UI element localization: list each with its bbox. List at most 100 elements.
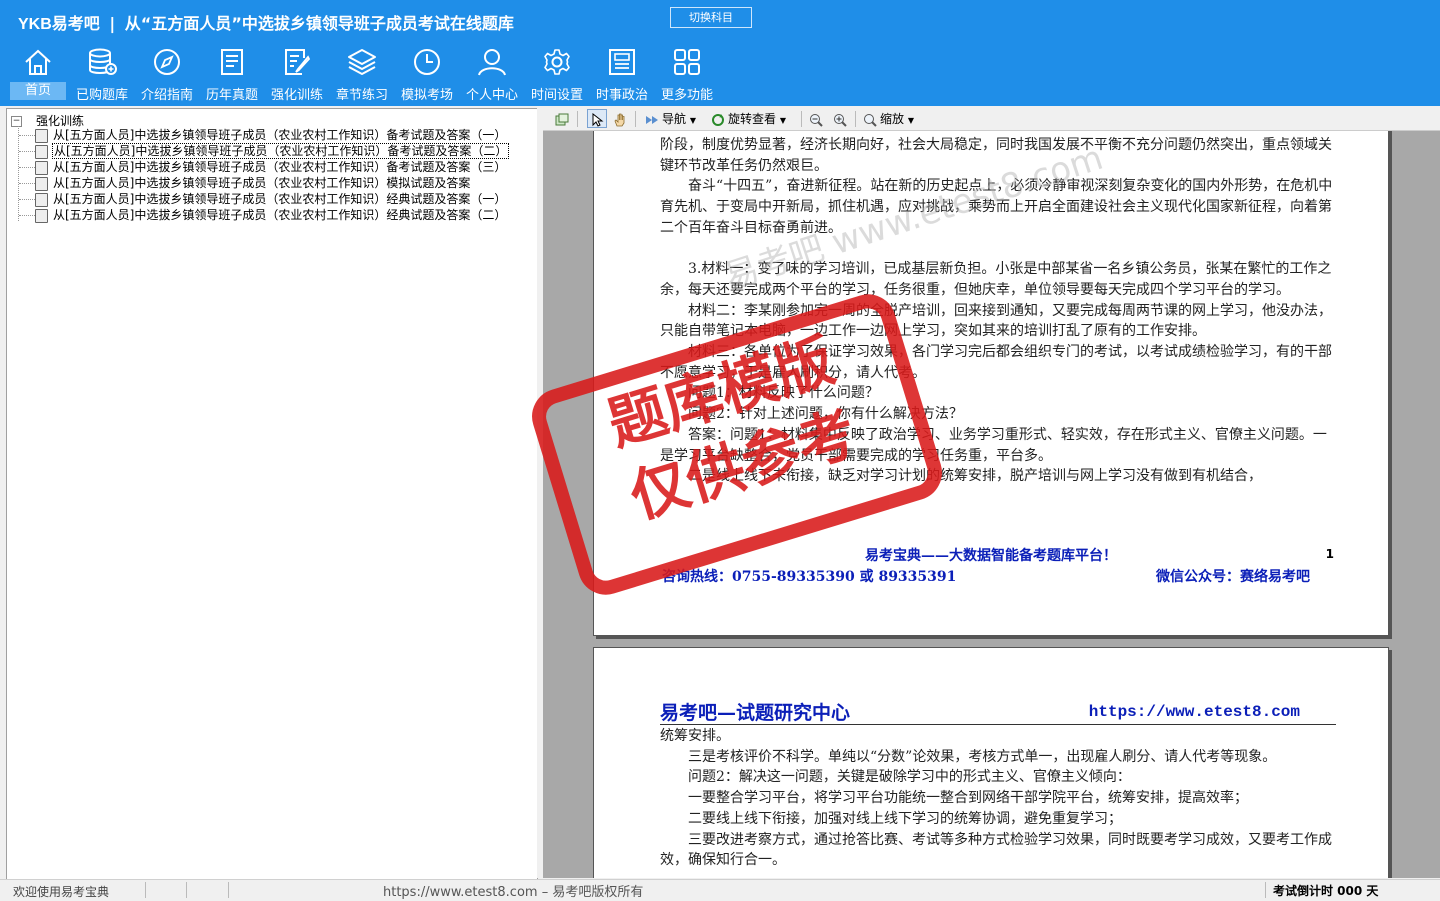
- tree-panel: − 强化训练 从[五方面人员]中选拔乡镇领导班子成员（农业农村工作知识）备考试题及…: [6, 108, 538, 880]
- tree-item[interactable]: 从[五方面人员]中选拔乡镇领导班子成员（农业农村工作知识）经典试题及答案（一）: [35, 191, 507, 207]
- toolbar-label: 章节练习: [335, 88, 388, 103]
- toolbar-label: 已购题库: [75, 88, 128, 103]
- select-tool-button[interactable]: [587, 109, 607, 128]
- footer-hotline: 咨询热线：0755-89335390 或 89335391: [662, 569, 957, 585]
- magnifier-icon: [864, 113, 877, 127]
- document-icon: [35, 160, 48, 175]
- tree-item[interactable]: 从[五方面人员]中选拔乡镇领导班子成员（农业农村工作知识）备考试题及答案（一）: [35, 127, 507, 143]
- paragraph: 二要线上线下衔接，加强对线上线下学习的统筹协调，避免重复学习；: [688, 810, 1122, 827]
- toolbar-intensive-training-button[interactable]: 强化训练: [265, 46, 329, 104]
- title-separator: |: [109, 14, 116, 33]
- status-copyright: https://www.etest8.com – 易考吧版权所有: [383, 885, 644, 900]
- document-icon: [35, 176, 48, 191]
- document-viewer[interactable]: 阶段，制度优势显著，经济长期向好，社会大局稳定，同时我国发展不平衡不充分问题仍然…: [543, 131, 1440, 878]
- panel-splitter[interactable]: [537, 108, 541, 878]
- tree-item-selected[interactable]: 从[五方面人员]中选拔乡镇领导班子成员（农业农村工作知识）备考试题及答案（二）: [35, 143, 510, 159]
- status-bar: 欢迎使用易考宝典 https://www.etest8.com – 易考吧版权所…: [0, 879, 1440, 901]
- paragraph: 问题2：解决这一问题，关键是破除学习中的形式主义、官僚主义倾向：: [688, 769, 1131, 786]
- zoom-in-icon: [834, 113, 847, 127]
- page-header-title: 易考吧—试题研究中心: [660, 702, 851, 724]
- page1-body: 阶段，制度优势显著，经济长期向好，社会大局稳定，同时我国发展不平衡不充分问题仍然…: [660, 135, 1336, 487]
- collapse-icon[interactable]: −: [11, 116, 22, 127]
- page-header-url: https://www.etest8.com: [1088, 703, 1300, 721]
- zoom-in-button[interactable]: [833, 110, 850, 128]
- tree-connector: [19, 135, 35, 136]
- tree-root-label: 强化训练: [36, 114, 85, 128]
- paragraph: 问题1：材料反映了什么问题？: [688, 385, 879, 402]
- toolbar-purchased-bank-button[interactable]: 已购题库: [70, 46, 134, 104]
- toolbar-label: 个人中心: [465, 88, 518, 103]
- pointer-icon: [592, 113, 604, 127]
- toolbar-label: 时间设置: [530, 88, 583, 103]
- thumbnail-icon: [555, 113, 569, 125]
- toolbar-chapter-practice-button[interactable]: 章节练习: [330, 46, 394, 104]
- document-icon: [35, 208, 48, 223]
- tree-item-label: 从[五方面人员]中选拔乡镇领导班子成员（农业农村工作知识）经典试题及答案（一）: [53, 192, 507, 206]
- exam-title: 从“五方面人员”中选拔乡镇领导班子成员考试在线题库: [124, 14, 514, 33]
- page-header: 易考吧—试题研究中心 https://www.etest8.com: [660, 698, 1336, 725]
- tree-item[interactable]: 从[五方面人员]中选拔乡镇领导班子成员（农业农村工作知识）备考试题及答案（三）: [35, 159, 507, 175]
- footer-wechat: 微信公众号：赛络易考吧: [1156, 569, 1310, 585]
- main-toolbar: 首页 已购题库 介绍指南 历年真题 强化训练 章节练习 模拟考场 个人中心 时间…: [0, 46, 740, 106]
- paragraph: 奋斗“十四五”，奋进新征程。站在新的历史起点上，必须冷静审视深刻复杂变化的国内外…: [660, 178, 1333, 236]
- toolbar-label: 强化训练: [270, 88, 323, 103]
- toolbar-label: 时事政治: [595, 88, 648, 103]
- rotate-view-menu[interactable]: 旋转查看 ▼: [711, 110, 786, 128]
- document-icon: [35, 144, 48, 159]
- toolbar-separator: [801, 111, 802, 127]
- tree-root[interactable]: − 强化训练: [11, 112, 85, 128]
- app-title: YKB易考吧 | 从“五方面人员”中选拔乡镇领导班子成员考试在线题库: [18, 10, 514, 34]
- page2-body: 统筹安排。 三是考核评价不科学。单纯以“分数”论效果，考核方式单一，出现雇人刷分…: [660, 726, 1336, 871]
- paragraph: 阶段，制度优势显著，经济长期向好，社会大局稳定，同时我国发展不平衡不充分问题仍然…: [660, 137, 1332, 174]
- toolbar-guide-button[interactable]: 介绍指南: [135, 46, 199, 104]
- toolbar-more-features-button[interactable]: 更多功能: [655, 46, 719, 104]
- navigation-menu[interactable]: 导航 ▼: [645, 110, 696, 128]
- toolbar-current-affairs-button[interactable]: 时事政治: [590, 46, 654, 104]
- tree-item-label: 从[五方面人员]中选拔乡镇领导班子成员（农业农村工作知识）备考试题及答案（三）: [53, 160, 507, 174]
- paragraph: 问题2：针对上述问题，你有什么解决方法？: [688, 406, 963, 423]
- footer-slogan: 易考宝典——大数据智能备考题库平台！: [865, 548, 1117, 564]
- paragraph: 答案：问题1：材料集中反映了政治学习、业务学习重形式、轻实效，存在形式主义、官僚…: [660, 426, 1327, 464]
- document-page: 阶段，制度优势显著，经济长期向好，社会大局稳定，同时我国发展不平衡不充分问题仍然…: [593, 131, 1389, 636]
- tree-item-label: 从[五方面人员]中选拔乡镇领导班子成员（农业农村工作知识）备考试题及答案（一）: [53, 128, 507, 142]
- hand-tool-button[interactable]: [613, 110, 630, 128]
- paragraph: 3.材料一：变了味的学习培训，已成基层新负担。小张是中部某省一名乡镇公务员，张某…: [660, 261, 1332, 298]
- tree-connector: [19, 151, 35, 152]
- clock-icon: [414, 49, 440, 75]
- toolbar-past-exams-button[interactable]: 历年真题: [200, 46, 264, 104]
- zoom-menu[interactable]: 缩放 ▼: [863, 110, 914, 128]
- tree-item[interactable]: 从[五方面人员]中选拔乡镇领导班子成员（农业农村工作知识）经典试题及答案（二）: [35, 207, 507, 223]
- exam-countdown: 考试倒计时 000 天: [1273, 884, 1379, 898]
- toolbar-mock-exam-button[interactable]: 模拟考场: [395, 46, 459, 104]
- toolbar-label: 首页: [10, 82, 66, 100]
- paragraph: 三是考核评价不科学。单纯以“分数”论效果，考核方式单一，出现雇人刷分、请人代考等…: [688, 748, 1277, 765]
- navigation-label: 导航: [662, 112, 687, 126]
- toolbar-personal-center-button[interactable]: 个人中心: [460, 46, 524, 104]
- tree-connector: [19, 183, 35, 184]
- toolbar-home-button[interactable]: 首页: [6, 46, 70, 104]
- status-welcome: 欢迎使用易考宝典: [13, 885, 110, 899]
- tree-item-label: 从[五方面人员]中选拔乡镇领导班子成员（农业农村工作知识）经典试题及答案（二）: [53, 208, 507, 222]
- tree-item[interactable]: 从[五方面人员]中选拔乡镇领导班子成员（农业农村工作知识）模拟试题及答案: [35, 175, 471, 191]
- toolbar-label: 介绍指南: [140, 88, 193, 103]
- paragraph: 一要整合学习平台，将学习平台功能统一整合到网络干部学院平台，统筹安排，提高效率；: [688, 790, 1248, 807]
- edit-icon: [285, 49, 311, 75]
- database-icon: [89, 48, 117, 75]
- status-separator: [186, 882, 187, 898]
- toolbar-separator: [577, 111, 578, 127]
- document-list-icon: [221, 49, 243, 75]
- user-icon: [478, 49, 506, 76]
- app-header: YKB易考吧 | 从“五方面人员”中选拔乡镇领导班子成员考试在线题库 切换科目 …: [0, 0, 1440, 106]
- viewer-toolbar: 导航 ▼ 旋转查看 ▼ 缩放 ▼: [543, 108, 1440, 131]
- home-icon: [25, 49, 51, 75]
- thumbnail-toggle-button[interactable]: [555, 110, 572, 128]
- tree-connector: [19, 167, 35, 168]
- status-separator: [228, 882, 229, 898]
- zoom-out-button[interactable]: [809, 110, 826, 128]
- paragraph: 统筹安排。: [660, 728, 730, 744]
- status-separator: [145, 882, 146, 898]
- navigation-icon: [646, 115, 658, 124]
- switch-subject-button[interactable]: 切换科目: [670, 7, 752, 28]
- toolbar-time-settings-button[interactable]: 时间设置: [525, 46, 589, 104]
